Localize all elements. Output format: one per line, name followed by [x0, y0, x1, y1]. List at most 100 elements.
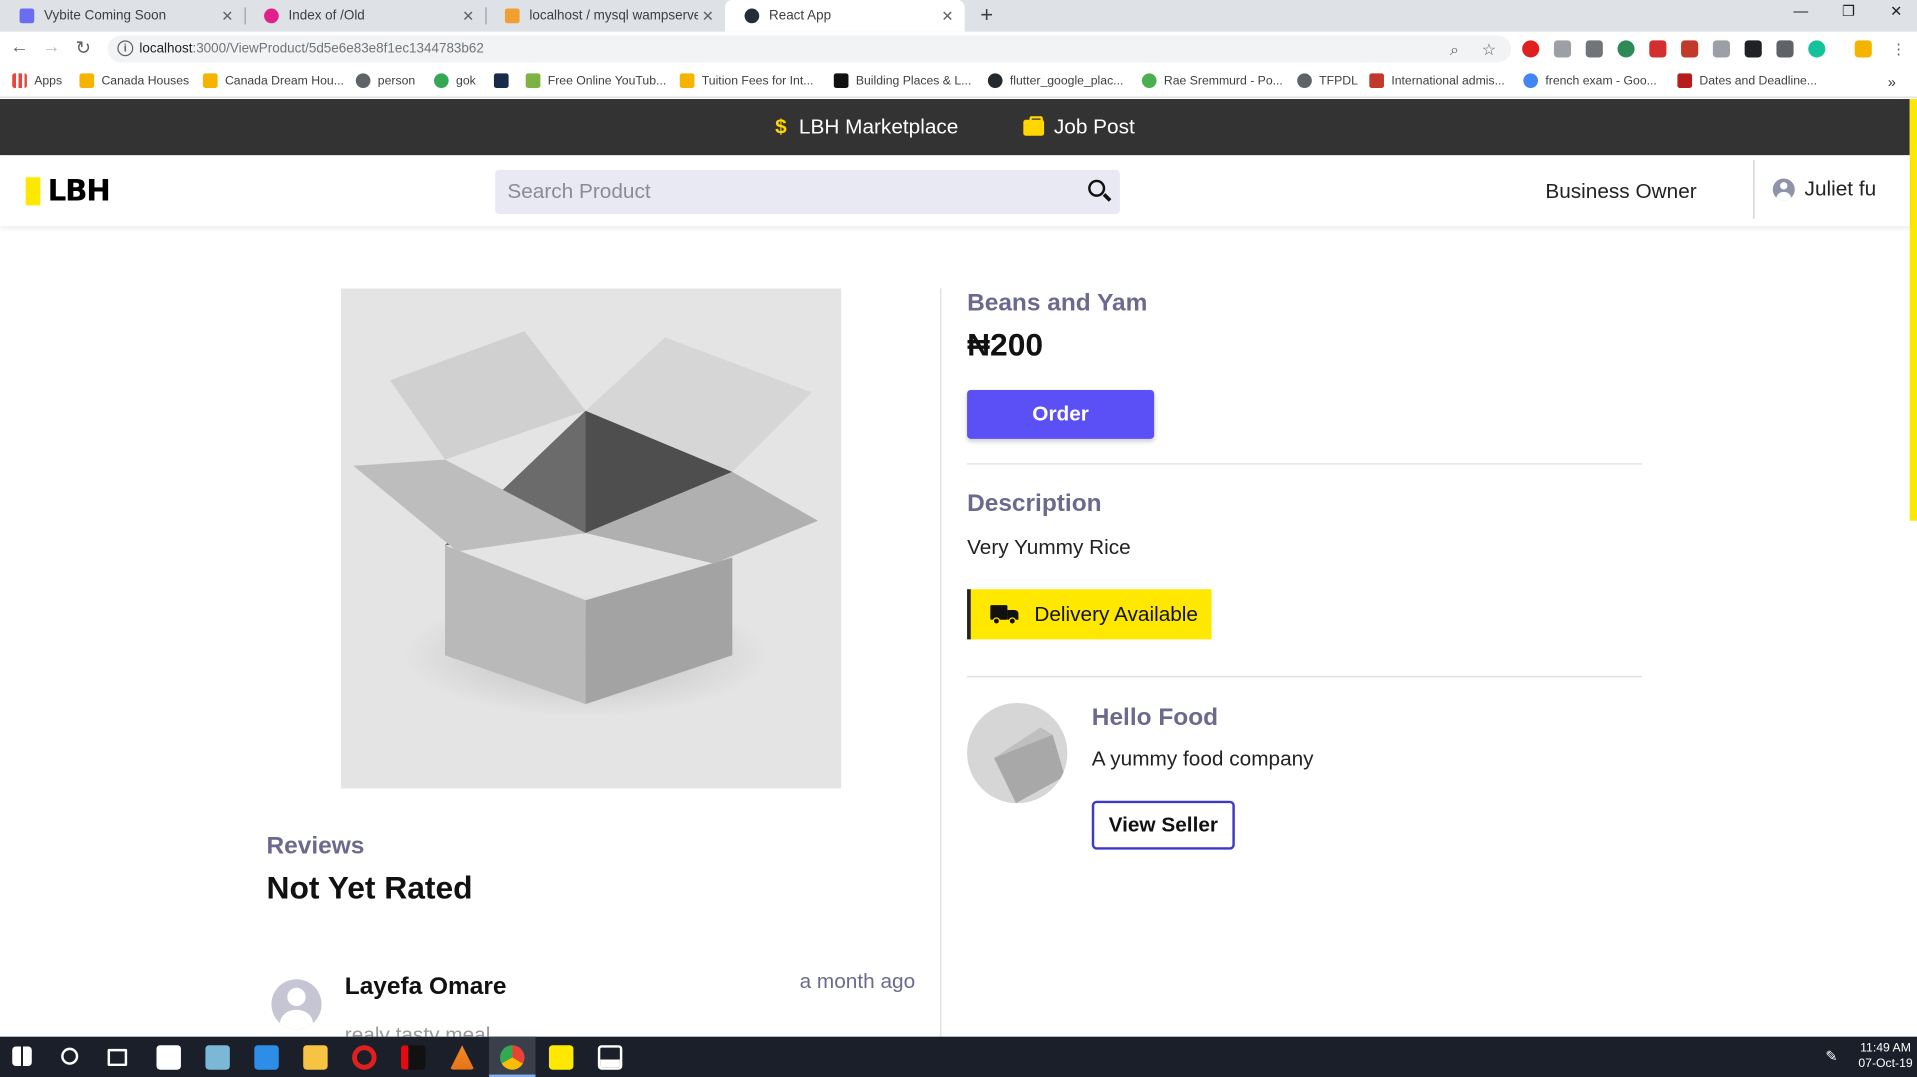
search-icon[interactable]: [61, 1047, 79, 1065]
grammarly-icon[interactable]: [1808, 40, 1826, 58]
tab-favicon: [19, 8, 35, 24]
crest-icon: [1369, 73, 1384, 89]
search-box: [495, 169, 1120, 214]
red-extension-icon[interactable]: [1649, 40, 1667, 58]
bookmark[interactable]: Tuition Fees for Int...: [679, 73, 813, 89]
photos-icon[interactable]: [597, 1045, 623, 1070]
windows-start-icon[interactable]: [12, 1046, 32, 1067]
bookmark[interactable]: TFPDL: [1297, 73, 1358, 89]
restore-button[interactable]: ❐: [1830, 2, 1867, 19]
bookmark[interactable]: International admis...: [1369, 73, 1505, 89]
bookmark[interactable]: [493, 73, 516, 89]
tab-favicon: [504, 8, 520, 24]
browser-tab[interactable]: localhost / mysql wampserver / s ✕: [485, 0, 725, 32]
bookmark[interactable]: Rae Sremmurd - Po...: [1141, 73, 1283, 89]
opera-icon[interactable]: [352, 1045, 377, 1070]
description-text: Very Yummy Rice: [967, 535, 1131, 559]
system-clock[interactable]: 11:49 AM 07-Oct-19: [1858, 1040, 1912, 1072]
vpn-extension-icon[interactable]: [1585, 40, 1603, 58]
globe-icon: [355, 73, 371, 89]
back-button[interactable]: ←: [7, 37, 31, 58]
vlc-icon[interactable]: [449, 1045, 475, 1070]
product-price: ₦200: [967, 326, 1044, 364]
bookmark[interactable]: person: [355, 73, 415, 89]
bookmark[interactable]: french exam - Goo...: [1523, 73, 1657, 89]
browser-tab[interactable]: Vybite Coming Soon ✕: [0, 0, 245, 32]
search-input[interactable]: [507, 177, 1070, 207]
forward-button[interactable]: →: [39, 37, 63, 58]
mongodb-icon[interactable]: [156, 1045, 181, 1070]
close-icon[interactable]: ✕: [698, 7, 718, 24]
column-divider: [940, 288, 942, 1037]
seller-avatar: [967, 702, 1068, 804]
minimize-button[interactable]: —: [1783, 2, 1820, 19]
job-post-link[interactable]: Job Post: [1023, 115, 1135, 139]
business-owner-link[interactable]: Business Owner: [1545, 180, 1696, 204]
bookmark[interactable]: Building Places & L...: [833, 73, 971, 89]
view-seller-button[interactable]: View Seller: [1091, 800, 1235, 850]
close-icon[interactable]: ✕: [218, 7, 238, 24]
url-text[interactable]: localhost:3000/ViewProduct/5d5e6e83e8f1e…: [139, 42, 483, 57]
bookmark[interactable]: gok: [434, 73, 476, 89]
netflix-icon[interactable]: [401, 1045, 426, 1070]
opera-extension-icon[interactable]: [1522, 40, 1540, 58]
logo-bar: [25, 176, 41, 205]
section-divider: [967, 676, 1642, 678]
chrome-icon[interactable]: [500, 1045, 525, 1070]
task-view-icon[interactable]: [107, 1048, 128, 1067]
user-avatar-icon: [1772, 178, 1795, 201]
window-close-button[interactable]: ✕: [1878, 2, 1915, 19]
house-icon: [202, 73, 218, 89]
product-image: [341, 288, 842, 789]
sticky-notes-icon[interactable]: [548, 1045, 574, 1070]
profile-icon[interactable]: [1854, 40, 1872, 58]
house-icon: [79, 73, 95, 89]
page-viewport: $ LBH Marketplace Job Post LBH Business …: [0, 99, 1917, 1037]
browser-tab-active[interactable]: React App ✕: [725, 0, 965, 32]
rating-status: Not Yet Rated: [266, 869, 473, 906]
address-bar[interactable]: i localhost:3000/ViewProduct/5d5e6e83e8f…: [107, 35, 1512, 63]
bookmark-star-icon[interactable]: ☆: [1482, 40, 1496, 60]
app-icon[interactable]: [205, 1045, 230, 1070]
pen-icon[interactable]: ✎: [1825, 1048, 1842, 1065]
browser-tab[interactable]: Index of /Old ✕: [245, 0, 486, 32]
bookmarks-overflow-icon[interactable]: »: [1888, 73, 1896, 90]
seller-image: [993, 727, 1065, 804]
review-text: realy tasty meal: [344, 1023, 491, 1037]
bookmark[interactable]: Free Online YouTub...: [525, 73, 666, 89]
bookmark[interactable]: Canada Houses: [79, 73, 189, 89]
bookmark-apps[interactable]: Apps: [12, 73, 62, 89]
review-timestamp: a month ago: [799, 969, 916, 993]
info-icon[interactable]: i: [117, 40, 134, 57]
camera-extension-icon[interactable]: [1712, 40, 1730, 58]
search-icon[interactable]: [1088, 179, 1106, 197]
bookmark[interactable]: Dates and Deadline...: [1677, 73, 1817, 89]
marketplace-link[interactable]: $ LBH Marketplace: [775, 115, 958, 139]
shield-extension-icon[interactable]: [1553, 40, 1572, 58]
lbh-logo[interactable]: LBH: [25, 174, 111, 208]
new-tab-button[interactable]: +: [976, 2, 998, 28]
scrollbar-thumb[interactable]: [1909, 99, 1917, 521]
description-heading: Description: [967, 490, 1102, 518]
reload-button[interactable]: ↻: [71, 37, 95, 59]
user-menu[interactable]: Juliet fu: [1772, 177, 1876, 201]
vscode-icon[interactable]: [254, 1045, 279, 1070]
tab-favicon: [264, 8, 279, 24]
globe-extension-icon[interactable]: [1617, 40, 1635, 58]
bookmark[interactable]: flutter_google_plac...: [987, 73, 1123, 89]
reviewer-avatar-icon: [271, 979, 322, 1030]
section-divider: [967, 463, 1642, 465]
order-button[interactable]: Order: [967, 389, 1155, 439]
zoom-icon[interactable]: ⌕: [1450, 40, 1459, 60]
pdf-extension-icon[interactable]: [1681, 40, 1699, 58]
globe-icon: [1297, 73, 1312, 89]
bookmark[interactable]: Canada Dream Hou...: [202, 73, 344, 89]
code-extension-icon[interactable]: [1776, 40, 1794, 58]
reviewer-name: Layefa Omare: [344, 973, 507, 1001]
cursor-extension-icon[interactable]: [1744, 40, 1762, 58]
file-explorer-icon[interactable]: [303, 1045, 328, 1070]
close-icon[interactable]: ✕: [458, 7, 478, 24]
product-name: Beans and Yam: [967, 289, 1148, 317]
menu-icon[interactable]: ⋮: [1890, 40, 1907, 57]
close-icon[interactable]: ✕: [938, 7, 958, 24]
